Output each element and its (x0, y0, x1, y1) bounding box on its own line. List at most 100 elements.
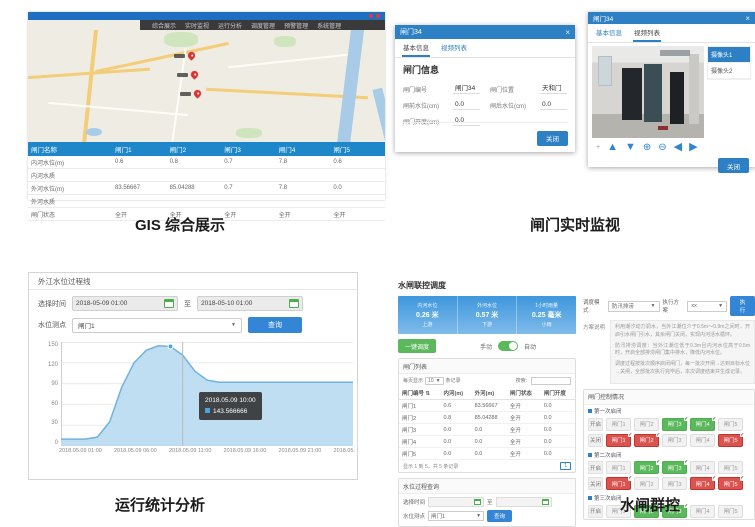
gate-id-input[interactable]: 闸门34 (453, 81, 480, 94)
gis-map[interactable] (28, 30, 385, 142)
gate-chip[interactable]: 闸门2 (634, 477, 659, 490)
time-label: 选择时间 (403, 498, 425, 506)
mode-toggle[interactable] (498, 341, 518, 351)
execute-button[interactable]: 执行 (730, 296, 755, 316)
gate-chip[interactable]: 闸门5 (718, 418, 743, 431)
ptz-left-icon[interactable]: ◀ (674, 142, 682, 153)
close-button[interactable]: 关闭 (537, 131, 568, 146)
field-label: 闸后水位(cm) (490, 101, 536, 110)
zoom-in-icon[interactable]: ⊕ (643, 143, 651, 153)
tab-basic-info[interactable]: 基本信息 (402, 39, 430, 57)
page-size-select[interactable]: 10▼ (425, 377, 444, 385)
time-to-input[interactable]: 2018-05-10 01:00 (197, 296, 303, 311)
close-icon[interactable]: × (565, 28, 570, 37)
gis-gate-table: 闸门名称 闸门1 闸门2 闸门3 闸门4 闸门5 内河水位(m) 0.6 0.8… (28, 142, 385, 221)
user-icon[interactable] (369, 14, 373, 18)
query-button[interactable]: 查询 (487, 510, 512, 522)
table-row[interactable]: 闸门30.0 0.0全开 0.0 (399, 424, 575, 436)
map-river (336, 30, 364, 142)
calendar-icon[interactable] (474, 499, 481, 505)
logout-icon[interactable] (376, 14, 380, 18)
camera-video-feed[interactable] (592, 46, 704, 138)
camera-list-item-2[interactable]: 摄像头2 (708, 63, 750, 79)
ptz-speed-icon[interactable]: + (596, 144, 600, 151)
downstream-level-input[interactable]: 0.0 (540, 100, 567, 110)
time-from-input[interactable] (428, 497, 484, 507)
scene-window (598, 56, 612, 86)
tab-video-list[interactable]: 视频列表 (633, 24, 661, 42)
gate-chip[interactable]: 闸门4 (690, 461, 715, 474)
map-marker-icon[interactable] (193, 89, 203, 99)
point-label: 水位测点 (38, 320, 66, 330)
pagination-page-1[interactable]: 1 (560, 462, 571, 470)
gate-chip[interactable]: 闸门5 (718, 461, 743, 474)
chevron-down-icon: ▼ (718, 303, 723, 309)
nav-item-warning[interactable]: 预警管理 (284, 21, 308, 30)
close-button[interactable]: 关闭 (718, 158, 749, 173)
calendar-icon[interactable] (164, 299, 174, 308)
col-outer: 外河(m) (472, 387, 507, 400)
camera-list-item-1[interactable]: 摄像头1 (708, 47, 750, 63)
sort-icon[interactable]: ⇅ (426, 391, 431, 397)
batch-1-open-row: 开启 闸门1 闸门2 闸门3 闸门4 闸门5 (584, 416, 754, 432)
table-row[interactable]: 闸门40.0 0.0全开 0.0 (399, 436, 575, 448)
gate-chip[interactable]: 闸门2 (634, 461, 659, 474)
gate-chip[interactable]: 闸门3 (662, 461, 687, 474)
gate-chip[interactable]: 闸门4 (690, 434, 715, 447)
nav-item-overview[interactable]: 综合展示 (152, 21, 176, 30)
water-level-chart: 150120 9060 300 2018.05.09 10:00 143.566… (29, 333, 357, 446)
calendar-icon[interactable] (289, 299, 299, 308)
table-row[interactable]: 闸门50.0 0.0全开 0.0 (399, 448, 575, 460)
close-icon[interactable]: × (745, 14, 750, 23)
nav-item-analysis[interactable]: 运行分析 (218, 21, 242, 30)
time-from-input[interactable]: 2018-05-09 01:00 (72, 296, 178, 311)
gate-chip[interactable]: 闸门1 (606, 434, 631, 447)
gate-chip[interactable]: 闸门3 (662, 477, 687, 490)
nav-item-system[interactable]: 系统管理 (317, 21, 341, 30)
nav-item-dispatch[interactable]: 调度管理 (251, 21, 275, 30)
gate-chip[interactable]: 闸门4 (690, 418, 715, 431)
gate-chip[interactable]: 闸门1 (606, 461, 631, 474)
dialog-titlebar[interactable]: 闸门34 × (395, 25, 575, 39)
dialog-titlebar[interactable]: 闸门34 × (588, 12, 755, 24)
ptz-down-icon[interactable]: ▼ (625, 142, 636, 153)
point-select[interactable]: 闸门1▼ (428, 511, 484, 521)
table-row[interactable]: 闸门10.6 83.56667全开 0.0 (399, 400, 575, 412)
ptz-up-icon[interactable]: ▲ (607, 142, 618, 153)
gate-chip[interactable]: 闸门3 (662, 434, 687, 447)
plan-select[interactable]: xx▼ (687, 301, 727, 312)
one-key-dispatch-button[interactable]: 一键调度 (398, 339, 436, 353)
tab-basic-info[interactable]: 基本信息 (595, 24, 623, 42)
map-marker-icon[interactable] (187, 51, 197, 61)
upstream-level-input[interactable]: 0.0 (453, 100, 480, 110)
gate-list-table: 闸门编号 ⇅ 内河(m) 外河(m) 闸门状态 闸门开度 闸门10.6 83.5… (399, 387, 575, 460)
col-opening: 闸门开度 (541, 387, 575, 400)
gate-chip[interactable]: 闸门5 (718, 477, 743, 490)
gate-chip[interactable]: 闸门2 (634, 418, 659, 431)
query-button[interactable]: 查询 (248, 317, 302, 333)
col-status: 闸门状态 (507, 387, 541, 400)
tab-video-list[interactable]: 视频列表 (440, 39, 468, 57)
gate-chip[interactable]: 闸门2 (634, 434, 659, 447)
table-row[interactable]: 闸门20.8 85.04288全开 0.0 (399, 412, 575, 424)
map-marker-icon[interactable] (190, 70, 200, 80)
gate-location-input[interactable]: 天和门 (540, 81, 567, 94)
zoom-out-icon[interactable]: ⊖ (658, 143, 666, 153)
sort-col-gate-id[interactable]: 闸门编号 ⇅ (399, 387, 441, 400)
auto-label: 自动 (524, 342, 536, 351)
search-input[interactable] (531, 377, 571, 385)
nav-item-monitor[interactable]: 实时监视 (185, 21, 209, 30)
gate-chip[interactable]: 闸门3 (662, 418, 687, 431)
chart-plot-area[interactable]: 2018.05.09 10:00 143.566666 (61, 342, 353, 446)
ptz-right-icon[interactable]: ▶ (689, 142, 697, 153)
mode-select[interactable]: 防汛排涝▼ (608, 301, 660, 312)
scene-pillar (689, 54, 699, 124)
gate-chip[interactable]: 闸门4 (690, 477, 715, 490)
gate-chip[interactable]: 闸门5 (718, 434, 743, 447)
row-label: 外河水质 (28, 195, 112, 208)
to-label: 至 (487, 498, 493, 506)
gate-chip[interactable]: 闸门1 (606, 477, 631, 490)
point-select[interactable]: 闸门1 ▼ (72, 318, 242, 333)
gate-chip[interactable]: 闸门1 (606, 418, 631, 431)
col-gate-name: 闸门名称 (28, 142, 112, 156)
